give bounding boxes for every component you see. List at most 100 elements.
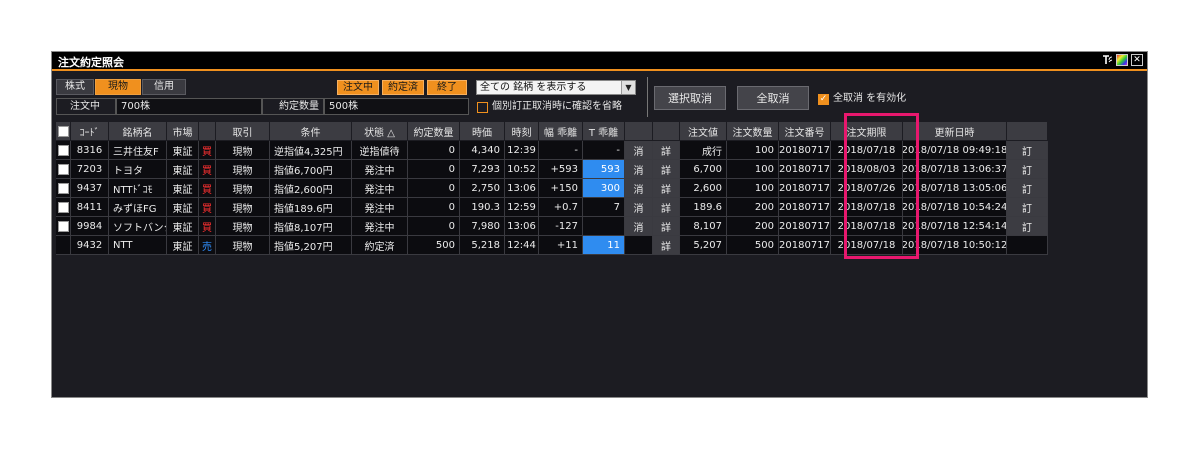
title-bar-icons: ✕ (1101, 54, 1143, 66)
ordering-value: 700株 (116, 98, 262, 115)
cell-detail[interactable]: 詳 (653, 236, 680, 255)
cell-amend[interactable]: 訂 (1007, 160, 1048, 179)
column-header-tick-spread[interactable]: T 乖離 (583, 122, 625, 140)
cell-condition: 指値2,600円 (270, 179, 352, 198)
status-chip-ordering[interactable]: 注文中 (337, 80, 379, 95)
cell-order-number: 20180717 (779, 141, 831, 160)
tab-cash[interactable]: 現物 (95, 79, 141, 95)
cell-condition: 指値5,207円 (270, 236, 352, 255)
ordering-label: 注文中 (56, 98, 116, 115)
enable-cancel-all-option[interactable]: ✓ 全取消 を有効化 (818, 92, 928, 106)
cell-select[interactable] (56, 198, 71, 217)
cancel-selected-button[interactable]: 選択取消 (654, 86, 726, 110)
column-header-market[interactable]: 市場 (167, 122, 199, 140)
column-header-stock-name[interactable]: 銘柄名 (109, 122, 167, 140)
cell-order-qty: 200 (727, 217, 779, 236)
row-select-checkbox[interactable] (57, 182, 69, 194)
executed-label: 約定数量 (262, 98, 324, 115)
cell-order-expiry: 2018/08/03 (831, 160, 903, 179)
cell-cancel[interactable]: 消 (625, 160, 653, 179)
cell-select[interactable] (56, 141, 71, 160)
column-header-order-expiry[interactable]: 注文期限 (831, 122, 903, 140)
order-execution-window: 注文約定照会 ✕ 株式 現物 信用 注文中 約定済 終了 注文中 700株 約定… (51, 51, 1148, 398)
column-header-detail[interactable] (653, 122, 680, 140)
column-header-price-spread[interactable]: 幅 乖離 (539, 122, 583, 140)
cell-cancel[interactable]: 消 (625, 141, 653, 160)
status-chip-finished[interactable]: 終了 (427, 80, 467, 95)
cancel-all-button[interactable]: 全取消 (737, 86, 809, 110)
column-header-trade-type[interactable]: 取引 (216, 122, 270, 140)
column-header-cancel[interactable] (625, 122, 653, 140)
cell-stock-name: みずほFG (109, 198, 167, 217)
cell-status: 約定済 (352, 236, 408, 255)
cell-cancel[interactable]: 消 (625, 217, 653, 236)
column-header-amend[interactable] (1007, 122, 1048, 140)
cell-market-price: 190.3 (460, 198, 505, 217)
cell-tick-spread: 300 (583, 179, 625, 198)
cell-filled-qty: 0 (408, 217, 460, 236)
ordering-label-text: 注文中 (70, 100, 100, 112)
column-header-market-price[interactable]: 時価 (460, 122, 505, 140)
skip-confirm-option[interactable]: 個別訂正取消時に確認を省略 (477, 100, 647, 114)
cell-market: 東証 (167, 236, 199, 255)
cell-amend[interactable]: 訂 (1007, 217, 1048, 236)
cell-stock-name: トヨタ (109, 160, 167, 179)
column-header-select[interactable] (56, 122, 71, 140)
toolbar-divider (647, 77, 648, 117)
cell-select[interactable] (56, 179, 71, 198)
column-header-code[interactable]: ｺｰﾄﾞ (71, 122, 109, 140)
cell-amend[interactable]: 訂 (1007, 198, 1048, 217)
cell-order-qty: 100 (727, 141, 779, 160)
skip-confirm-checkbox[interactable] (477, 101, 488, 113)
cell-detail[interactable]: 詳 (653, 179, 680, 198)
cell-updated-at: 2018/07/18 13:06:37 (903, 160, 1007, 179)
notification-icon[interactable] (1101, 54, 1113, 66)
cell-cancel[interactable]: 消 (625, 179, 653, 198)
cell-detail[interactable]: 詳 (653, 198, 680, 217)
cell-market-price: 5,218 (460, 236, 505, 255)
enable-cancel-all-checkbox[interactable]: ✓ (818, 93, 829, 105)
cell-time: 13:06 (505, 179, 539, 198)
column-header-filled-qty[interactable]: 約定数量 (408, 122, 460, 140)
cell-condition: 指値6,700円 (270, 160, 352, 179)
cell-order-number: 20180717 (779, 236, 831, 255)
cell-amend[interactable]: 訂 (1007, 179, 1048, 198)
column-header-updated-at[interactable]: 更新日時 (903, 122, 1007, 140)
row-select-checkbox[interactable] (57, 144, 69, 156)
color-theme-icon[interactable] (1116, 54, 1128, 66)
close-icon[interactable]: ✕ (1131, 54, 1143, 66)
select-all-checkbox[interactable] (57, 125, 69, 137)
cell-detail[interactable]: 詳 (653, 217, 680, 236)
column-header-side[interactable] (199, 122, 216, 140)
chevron-down-icon[interactable]: ▼ (621, 81, 635, 94)
cell-detail[interactable]: 詳 (653, 160, 680, 179)
cell-updated-at: 2018/07/18 10:54:24 (903, 198, 1007, 217)
cell-condition: 指値189.6円 (270, 198, 352, 217)
cell-code: 9432 (71, 236, 109, 255)
column-header-time[interactable]: 時刻 (505, 122, 539, 140)
status-chip-executed[interactable]: 約定済 (382, 80, 424, 95)
tab-margin[interactable]: 信用 (142, 79, 186, 95)
stock-filter-dropdown[interactable]: 全ての 銘柄 を表示する ▼ (476, 80, 636, 95)
cell-trade-type: 現物 (216, 179, 270, 198)
stock-filter-value: 全ての 銘柄 を表示する (480, 81, 587, 93)
column-header-status[interactable]: 状態 △ (352, 122, 408, 140)
cell-select[interactable] (56, 236, 71, 255)
column-header-order-price[interactable]: 注文値 (680, 122, 727, 140)
cell-select[interactable] (56, 217, 71, 236)
column-header-order-qty[interactable]: 注文数量 (727, 122, 779, 140)
cell-updated-at: 2018/07/18 09:49:18 (903, 141, 1007, 160)
row-select-checkbox[interactable] (57, 201, 69, 213)
cell-stock-name: 三井住友F (109, 141, 167, 160)
cell-select[interactable] (56, 160, 71, 179)
row-select-checkbox[interactable] (57, 163, 69, 175)
cell-cancel[interactable]: 消 (625, 198, 653, 217)
column-header-condition[interactable]: 条件 (270, 122, 352, 140)
cell-trade-type: 現物 (216, 236, 270, 255)
row-select-checkbox[interactable] (57, 220, 69, 232)
column-header-order-number[interactable]: 注文番号 (779, 122, 831, 140)
cell-amend[interactable]: 訂 (1007, 141, 1048, 160)
cell-detail[interactable]: 詳 (653, 141, 680, 160)
cell-order-expiry: 2018/07/26 (831, 179, 903, 198)
tab-stock[interactable]: 株式 (56, 79, 94, 95)
